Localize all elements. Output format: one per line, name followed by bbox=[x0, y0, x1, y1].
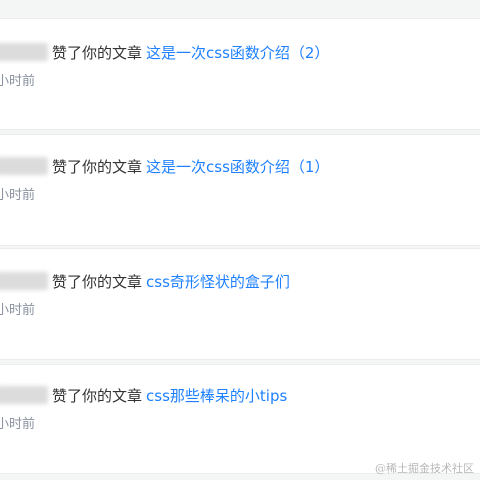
notification-card[interactable]: 赞了你的文章 这是一次css函数介绍（1） 小时前 bbox=[0, 134, 480, 246]
notification-text: 赞了你的文章 这是一次css函数介绍（2） bbox=[0, 43, 329, 63]
user-name-blurred[interactable] bbox=[0, 272, 48, 290]
timestamp: 小时前 bbox=[0, 417, 36, 432]
user-name-blurred[interactable] bbox=[0, 157, 48, 175]
action-text: 赞了你的文章 bbox=[52, 158, 143, 176]
timestamp: 小时前 bbox=[0, 74, 36, 89]
user-name-blurred[interactable] bbox=[0, 386, 48, 404]
action-text: 赞了你的文章 bbox=[52, 273, 143, 291]
user-name-blurred[interactable] bbox=[0, 43, 48, 61]
notification-card[interactable]: 赞了你的文章 css奇形怪状的盒子们 小时前 bbox=[0, 248, 480, 360]
timestamp: 小时前 bbox=[0, 188, 36, 203]
notification-text: 赞了你的文章 这是一次css函数介绍（1） bbox=[0, 157, 329, 177]
article-link[interactable]: css那些棒呆的小tips bbox=[146, 387, 287, 405]
article-link[interactable]: 这是一次css函数介绍（1） bbox=[146, 158, 329, 176]
notification-feed: 赞了你的文章 这是一次css函数介绍（2） 小时前 赞了你的文章 这是一次css函数… bbox=[0, 0, 480, 480]
action-text: 赞了你的文章 bbox=[52, 387, 143, 405]
article-link[interactable]: 这是一次css函数介绍（2） bbox=[146, 44, 329, 62]
notification-text: 赞了你的文章 css那些棒呆的小tips bbox=[0, 386, 287, 406]
action-text: 赞了你的文章 bbox=[52, 44, 143, 62]
article-link[interactable]: css奇形怪状的盒子们 bbox=[146, 273, 290, 291]
watermark: @稀土掘金技术社区 bbox=[375, 462, 474, 475]
notification-card[interactable]: 赞了你的文章 css那些棒呆的小tips 小时前 bbox=[0, 364, 480, 474]
notification-card[interactable]: 赞了你的文章 这是一次css函数介绍（2） 小时前 bbox=[0, 18, 480, 130]
timestamp: 小时前 bbox=[0, 303, 36, 318]
notification-text: 赞了你的文章 css奇形怪状的盒子们 bbox=[0, 272, 290, 292]
